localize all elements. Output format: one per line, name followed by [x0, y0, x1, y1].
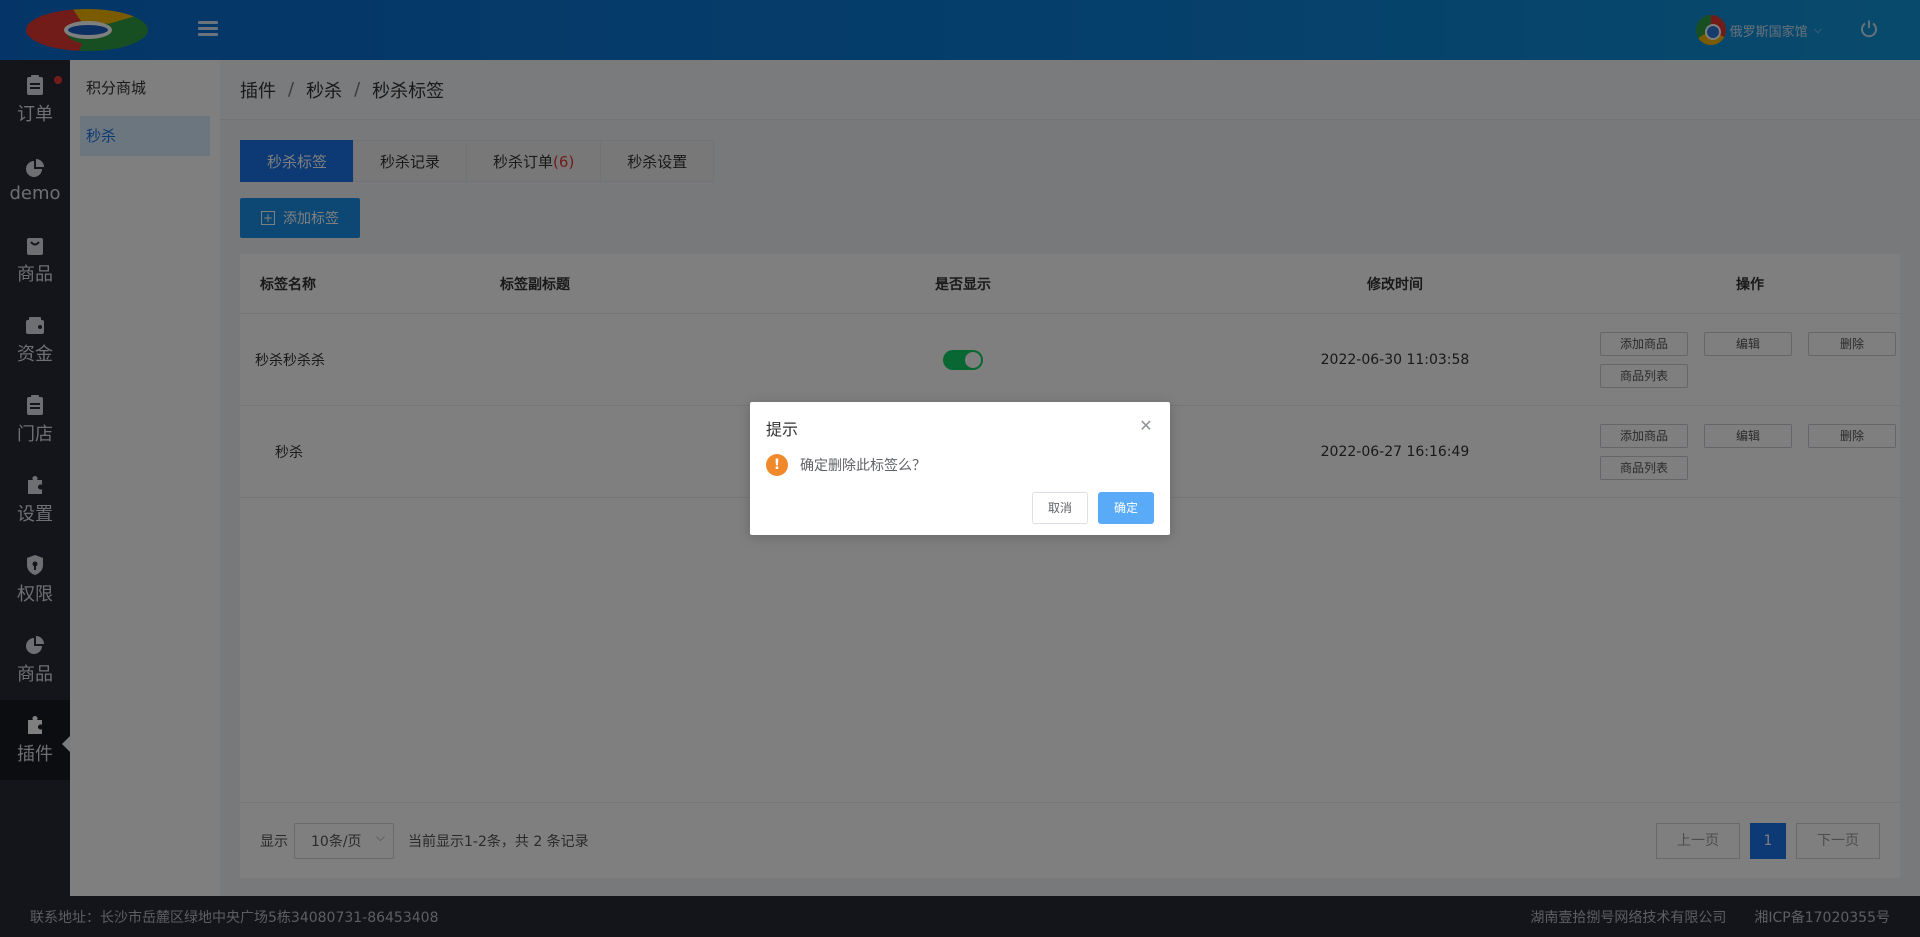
- dialog-message: 确定删除此标签么？: [800, 458, 926, 474]
- warning-icon: !: [766, 454, 788, 476]
- confirm-dialog: 提示 ✕ ! 确定删除此标签么？ 取消 确定: [750, 402, 1170, 535]
- cancel-button[interactable]: 取消: [1032, 492, 1088, 524]
- dialog-title: 提示: [766, 420, 799, 439]
- close-icon[interactable]: ✕: [1138, 418, 1154, 434]
- confirm-button[interactable]: 确定: [1098, 492, 1154, 524]
